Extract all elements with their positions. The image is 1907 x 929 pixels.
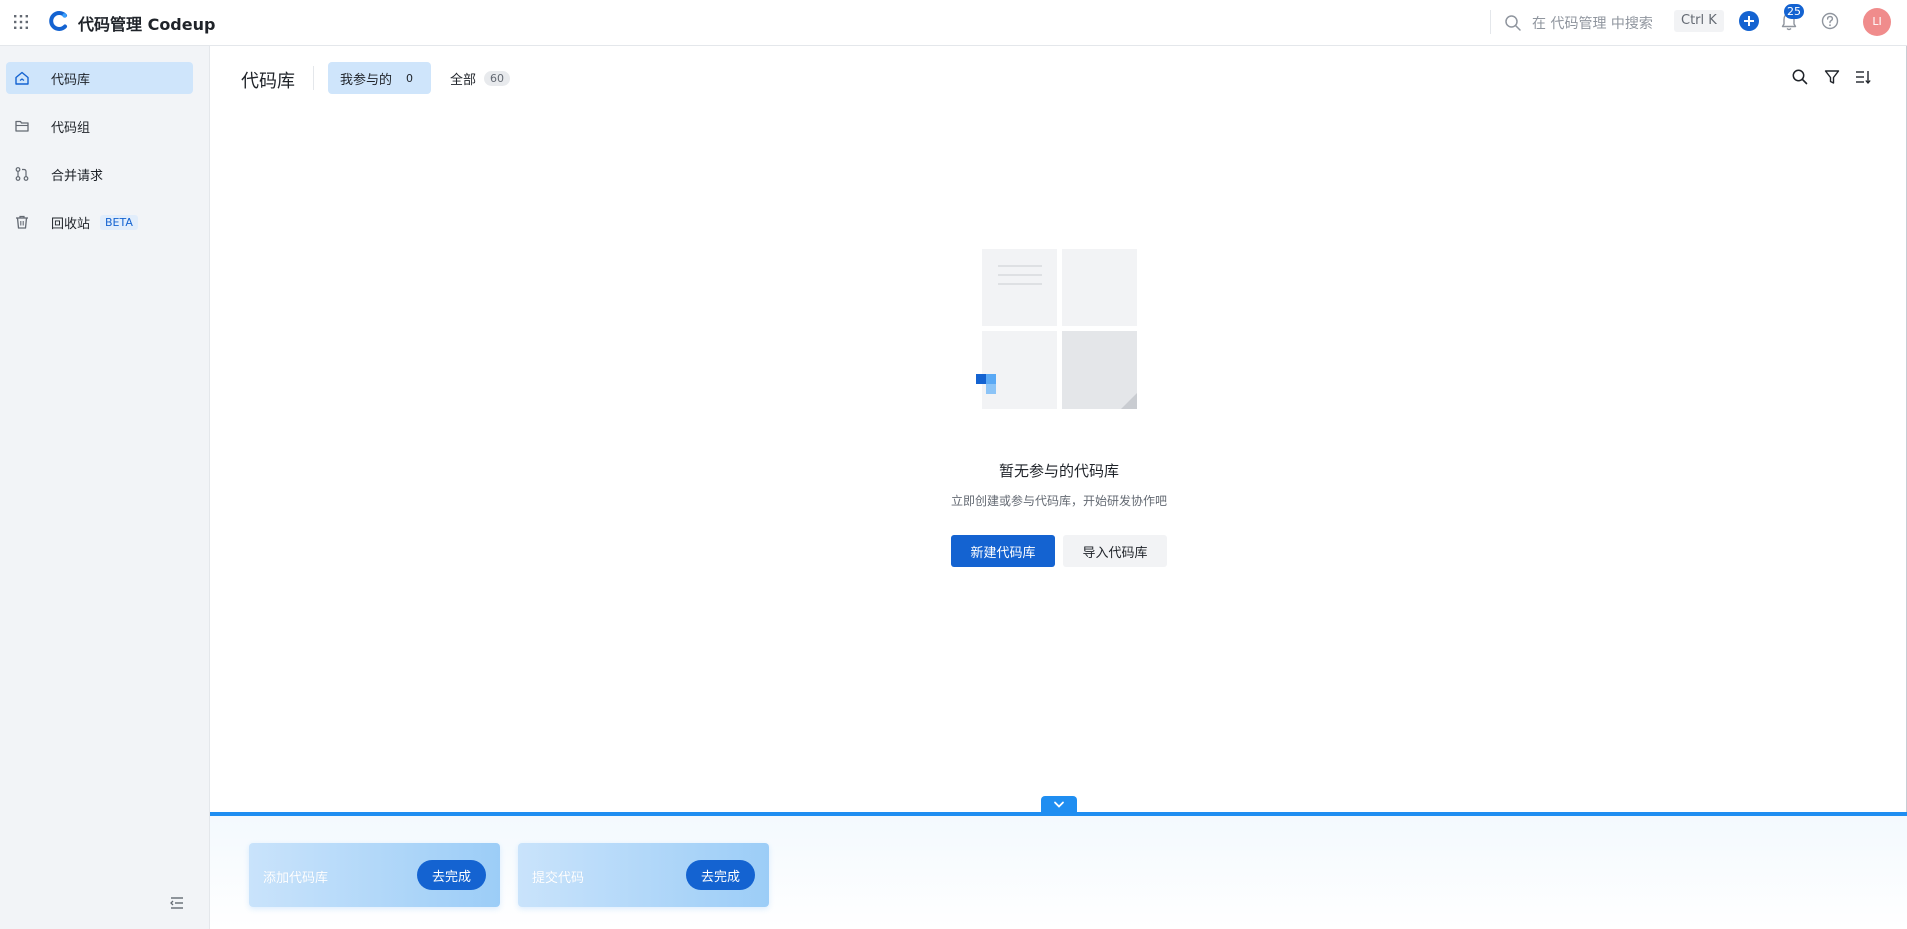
empty-state-description: 立即创建或参与代码库，开始研发协作吧 xyxy=(950,494,1167,508)
tab-participated[interactable]: 我参与的 0 xyxy=(328,62,432,94)
sidebar-item-label: 代码库 xyxy=(51,72,91,88)
collapse-panel-toggle[interactable] xyxy=(1041,796,1077,814)
sidebar-item-merge-requests[interactable]: 合并请求 xyxy=(6,158,193,190)
home-icon xyxy=(15,71,29,85)
tab-label: 全部 xyxy=(450,72,477,88)
task-label: 提交代码 xyxy=(532,871,585,886)
search-icon[interactable] xyxy=(1791,68,1809,86)
folder-icon xyxy=(15,120,29,132)
chevron-down-icon xyxy=(1054,801,1064,808)
search-shortcut-hint: Ctrl K xyxy=(1674,10,1724,32)
task-complete-button[interactable]: 去完成 xyxy=(417,860,486,890)
beta-badge: BETA xyxy=(100,214,138,230)
top-bar: 代码管理 Codeup 在 代码管理 中搜索 Ctrl K 25 LI xyxy=(0,0,1907,46)
notification-badge: 25 xyxy=(1784,4,1804,19)
merge-request-icon xyxy=(15,167,29,181)
task-label: 添加代码库 xyxy=(263,871,329,886)
codeup-logo-icon[interactable] xyxy=(48,10,70,32)
sort-icon[interactable] xyxy=(1854,68,1872,86)
app-grid-icon[interactable] xyxy=(12,13,30,31)
brand-title[interactable]: 代码管理 Codeup xyxy=(78,11,215,35)
sidebar-item-label: 回收站 xyxy=(51,216,91,232)
tab-count: 60 xyxy=(484,70,511,86)
tab-all[interactable]: 全部 60 xyxy=(438,62,522,94)
tab-label: 我参与的 xyxy=(340,72,393,88)
trash-icon xyxy=(16,215,28,229)
search-icon xyxy=(1505,15,1521,31)
sidebar-item-label: 合并请求 xyxy=(51,168,104,184)
top-divider xyxy=(1490,10,1491,34)
task-complete-button[interactable]: 去完成 xyxy=(686,860,755,890)
create-button[interactable] xyxy=(1739,11,1759,31)
import-repository-button[interactable]: 导入代码库 xyxy=(1063,535,1167,567)
page-title: 代码库 xyxy=(241,71,295,92)
collapse-sidebar-icon[interactable] xyxy=(168,894,186,912)
sidebar-item-recycle-bin[interactable]: 回收站 BETA xyxy=(6,206,193,238)
empty-state-illustration xyxy=(976,249,1137,409)
task-card-add-repository: 添加代码库 去完成 xyxy=(249,843,500,907)
title-divider xyxy=(313,66,314,90)
filter-icon[interactable] xyxy=(1823,68,1841,86)
sidebar-item-repositories[interactable]: 代码库 xyxy=(6,62,193,94)
help-icon[interactable] xyxy=(1820,11,1840,31)
create-repository-button[interactable]: 新建代码库 xyxy=(951,535,1055,567)
empty-state-title: 暂无参与的代码库 xyxy=(998,462,1119,480)
task-card-commit-code: 提交代码 去完成 xyxy=(518,843,769,907)
user-avatar[interactable]: LI xyxy=(1863,8,1891,36)
tab-count: 0 xyxy=(406,71,414,85)
sidebar-item-label: 代码组 xyxy=(51,120,91,136)
search-placeholder: 在 代码管理 中搜索 xyxy=(1532,16,1653,32)
sidebar: 代码库 代码组 合并请求 回收站 BETA xyxy=(0,46,210,929)
sidebar-item-groups[interactable]: 代码组 xyxy=(6,110,193,142)
